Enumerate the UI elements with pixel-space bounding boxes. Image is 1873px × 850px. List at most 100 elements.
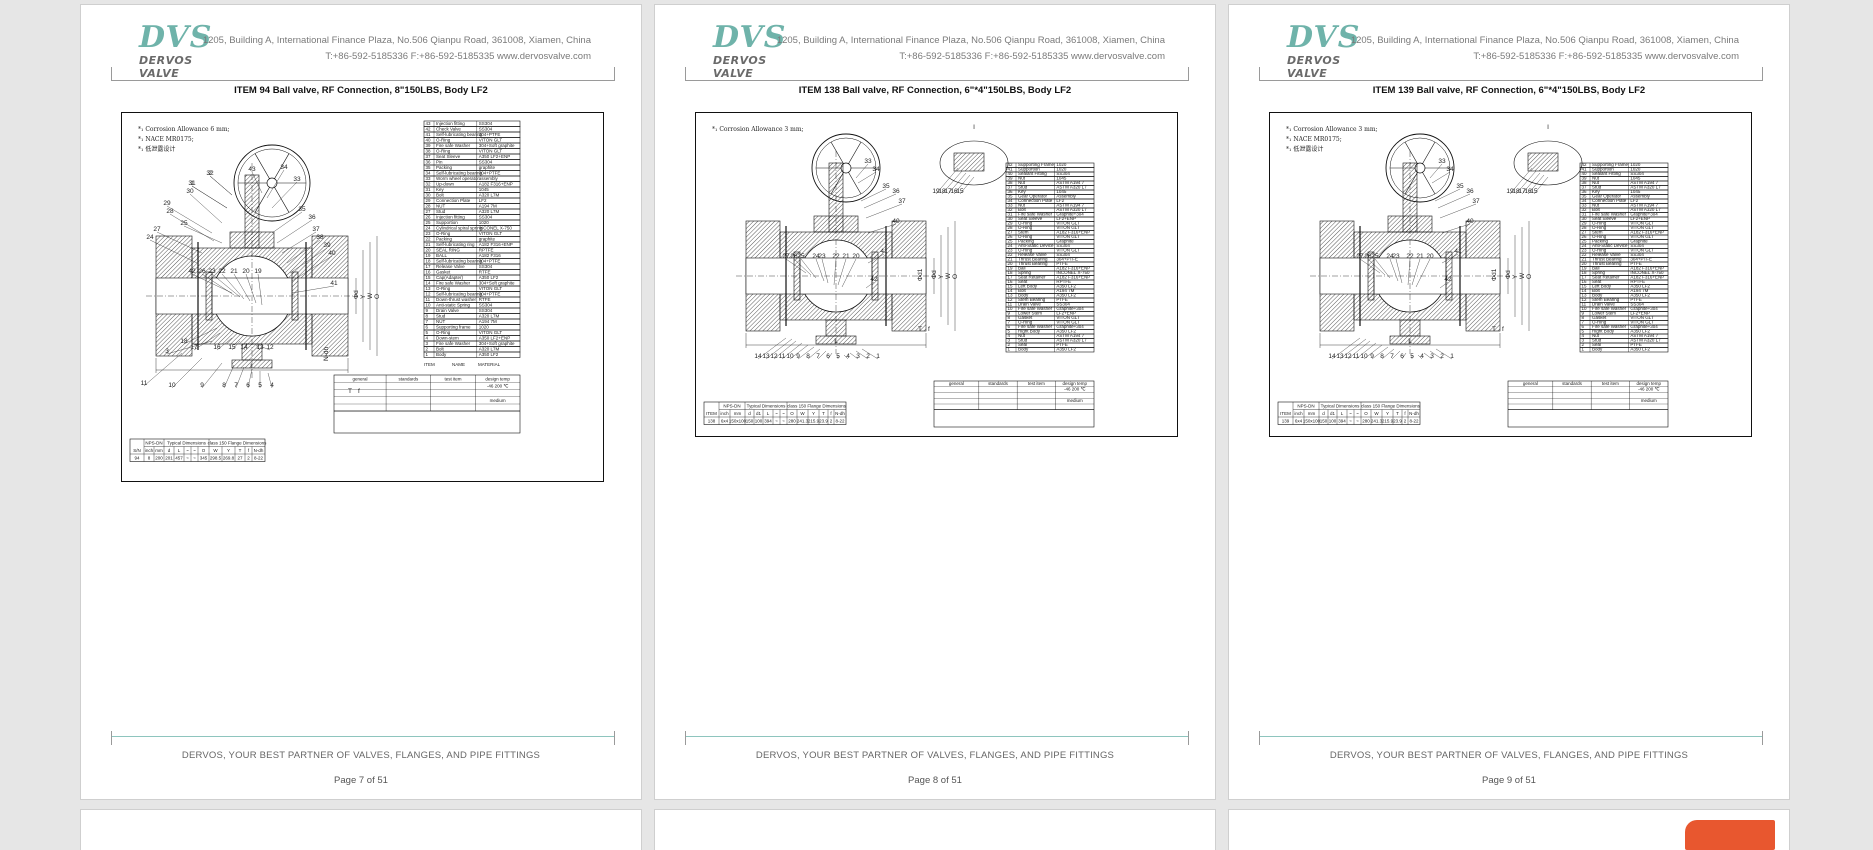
table-cell: ~ [193,456,196,461]
table-cell: 150x100 [729,419,747,424]
leader-line [223,364,235,389]
bom-material: SS304 [479,127,493,132]
dimension-label-y: Y [1512,274,1519,279]
table-col-header: T [822,411,825,416]
bom-material: RPTFE [479,248,494,253]
dimension-label-t: T [348,388,352,395]
part-balloon: 33 [1438,158,1446,165]
table-col-header: ITEM [1280,411,1291,416]
table-group-header: Typical Dimensions [747,404,787,409]
footer-corner-left [1259,731,1260,745]
table-cell: 2 [830,419,833,424]
part-balloon: 41 [1454,248,1462,255]
bom-item-no: 21 [426,242,432,247]
bom-name: Injection fitting [436,121,465,126]
table-col-header: ITEM [706,411,717,416]
bom-name: SEAL RING [436,248,460,253]
part-balloon: 21 [842,253,850,260]
bom-item-no: 7 [426,319,429,324]
dimension-label-o: O [1526,274,1533,279]
bom-name: Fire safe Washer [436,341,471,346]
part-balloon: 21 [230,268,238,275]
address-line: 1205, Building A, International Finance … [776,35,1165,46]
detail-marker: I [1547,124,1549,131]
part-balloon: 43 [248,166,256,173]
table-cell: ~ [1349,419,1352,424]
leader-line [1437,193,1471,209]
bom-material: A350 LF2+ENP [479,154,510,159]
table-cell: 27 [237,456,243,461]
title-design-temp: design temp [1063,381,1088,386]
bom-material: INCONEL X-750 [479,226,513,231]
bom-name: Pin [436,160,443,165]
bom-name: Worm wheel operator [436,176,479,181]
bom-item-no: 24 [426,226,432,231]
leader-line [860,188,887,202]
part-balloon: 41 [330,280,338,287]
table-group-header: class 150 Flange Dimensions [1361,404,1421,409]
part-balloon: 34 [280,164,288,171]
part-balloon: 33 [293,176,301,183]
bom-material: A182 F316+ENP [479,242,513,247]
table-cell: 215.9 [808,419,820,424]
table-cell: 215.9 [1382,419,1394,424]
table-col-header: inch [145,448,154,453]
table-cell: 394 [764,419,772,424]
table-col-header: inch [720,411,729,416]
dimension-label-f: f [1502,326,1504,333]
table-cell: 298.5 [210,456,222,461]
dimension-label-l: L [250,363,254,370]
technical-drawing: *₁ Corrosion Allowance 3 mm; *₁ NACE MR01… [1269,112,1752,437]
table-col-header: d [168,448,171,453]
footer-tagline: DERVOS, YOUR BEST PARTNER OF VALVES, FLA… [1329,750,1689,761]
part-balloon: 1 [1450,353,1454,360]
bom-material: A320 L7M [479,347,500,352]
table-cell: 345 [200,456,208,461]
leader-line [201,362,223,389]
leader-line [166,205,213,234]
table-col-header: ~ [193,448,196,453]
header-corner-left [685,67,686,81]
table-col-header: L [178,448,181,453]
table-col-header: d1 [1330,411,1336,416]
table-col-header: d [748,411,751,416]
title-design-temp: design temp [1637,381,1662,386]
leader-line [209,175,233,196]
bom-item-no: 27 [426,209,432,214]
bom-item-no: 32 [426,182,432,187]
bom-item-no: 26 [426,215,432,220]
document-page-10-partial [81,810,641,850]
bom-material: SS304 [479,121,493,126]
bom-item-no: 12 [426,292,432,297]
bom-material: A320 L7M [479,314,500,319]
title-temp-range: -46 200 ℃ [487,384,510,389]
bom-material: assembly [479,176,499,181]
table-cell: ~ [1356,419,1359,424]
bom-name: O-Ring [436,138,451,143]
bom-item-no: 1 [426,352,429,357]
table-cell: 8-22 [835,419,845,424]
table-cell: 2 [247,456,250,461]
part-balloon: 36 [308,214,316,221]
bom-name: Seat Sleeve [436,154,461,159]
table-cell: 6x4 [721,419,729,424]
leader-line [863,193,897,209]
dimension-label-bore: Φd [1505,270,1512,279]
bom-material: 1020 [479,220,490,225]
header-corner-right [1762,67,1763,81]
title-test-item: test item [1028,381,1045,386]
table-cell: 8-22 [254,456,264,461]
company-address: 1205, Building A, International Finance … [1351,33,1739,65]
bom-name: Down-stem [436,336,459,341]
bom-material: VITON GLT [479,330,503,335]
header-rule [1259,80,1763,81]
bom-item-no: 43 [426,121,432,126]
part-balloon: 35 [882,183,890,190]
bom-item-no: 3 [426,341,429,346]
bom-material: VITON GLT [479,231,503,236]
bom-item-no: 19 [426,253,432,258]
bom-header-name: NAME [452,362,465,367]
dimension-label-w: W [945,272,952,279]
table-col-header: O [790,411,794,416]
drawing-note: *₁ Corrosion Allowance 3 mm; [1286,126,1378,133]
